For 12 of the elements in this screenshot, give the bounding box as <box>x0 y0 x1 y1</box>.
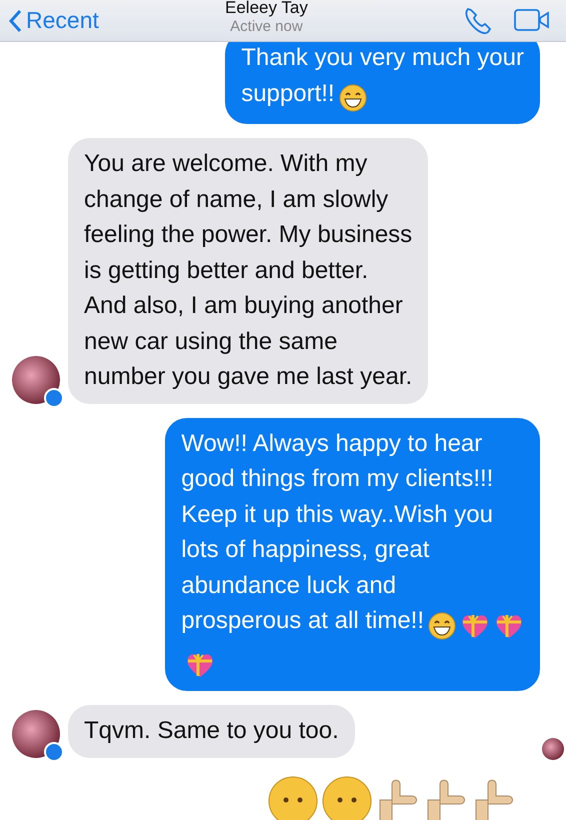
back-button[interactable]: Recent <box>8 8 99 32</box>
face-icon <box>322 776 372 820</box>
active-status: Active now <box>230 18 303 34</box>
message-bubble: Wow!! Always happy to hear good things from my clients!!! Keep it up this way..Wish you lots of happiness, great abundance luck and prosperous at all time!! <box>165 418 540 691</box>
message-bubble: Tqvm. Same to you too. <box>68 705 355 758</box>
video-call-button[interactable] <box>514 8 550 33</box>
back-chevron-icon <box>8 8 22 32</box>
messenger-badge-icon <box>44 742 64 762</box>
contact-name: Eeleey Tay <box>225 0 308 16</box>
messenger-badge-icon <box>44 388 64 408</box>
message-bubble: You are welcome. With my change of name, I am slowly feeling the power. My business is getting better and better. And also, I am buying another new car using the same number you gave me last year. <box>68 138 428 404</box>
face-icon <box>268 776 318 820</box>
